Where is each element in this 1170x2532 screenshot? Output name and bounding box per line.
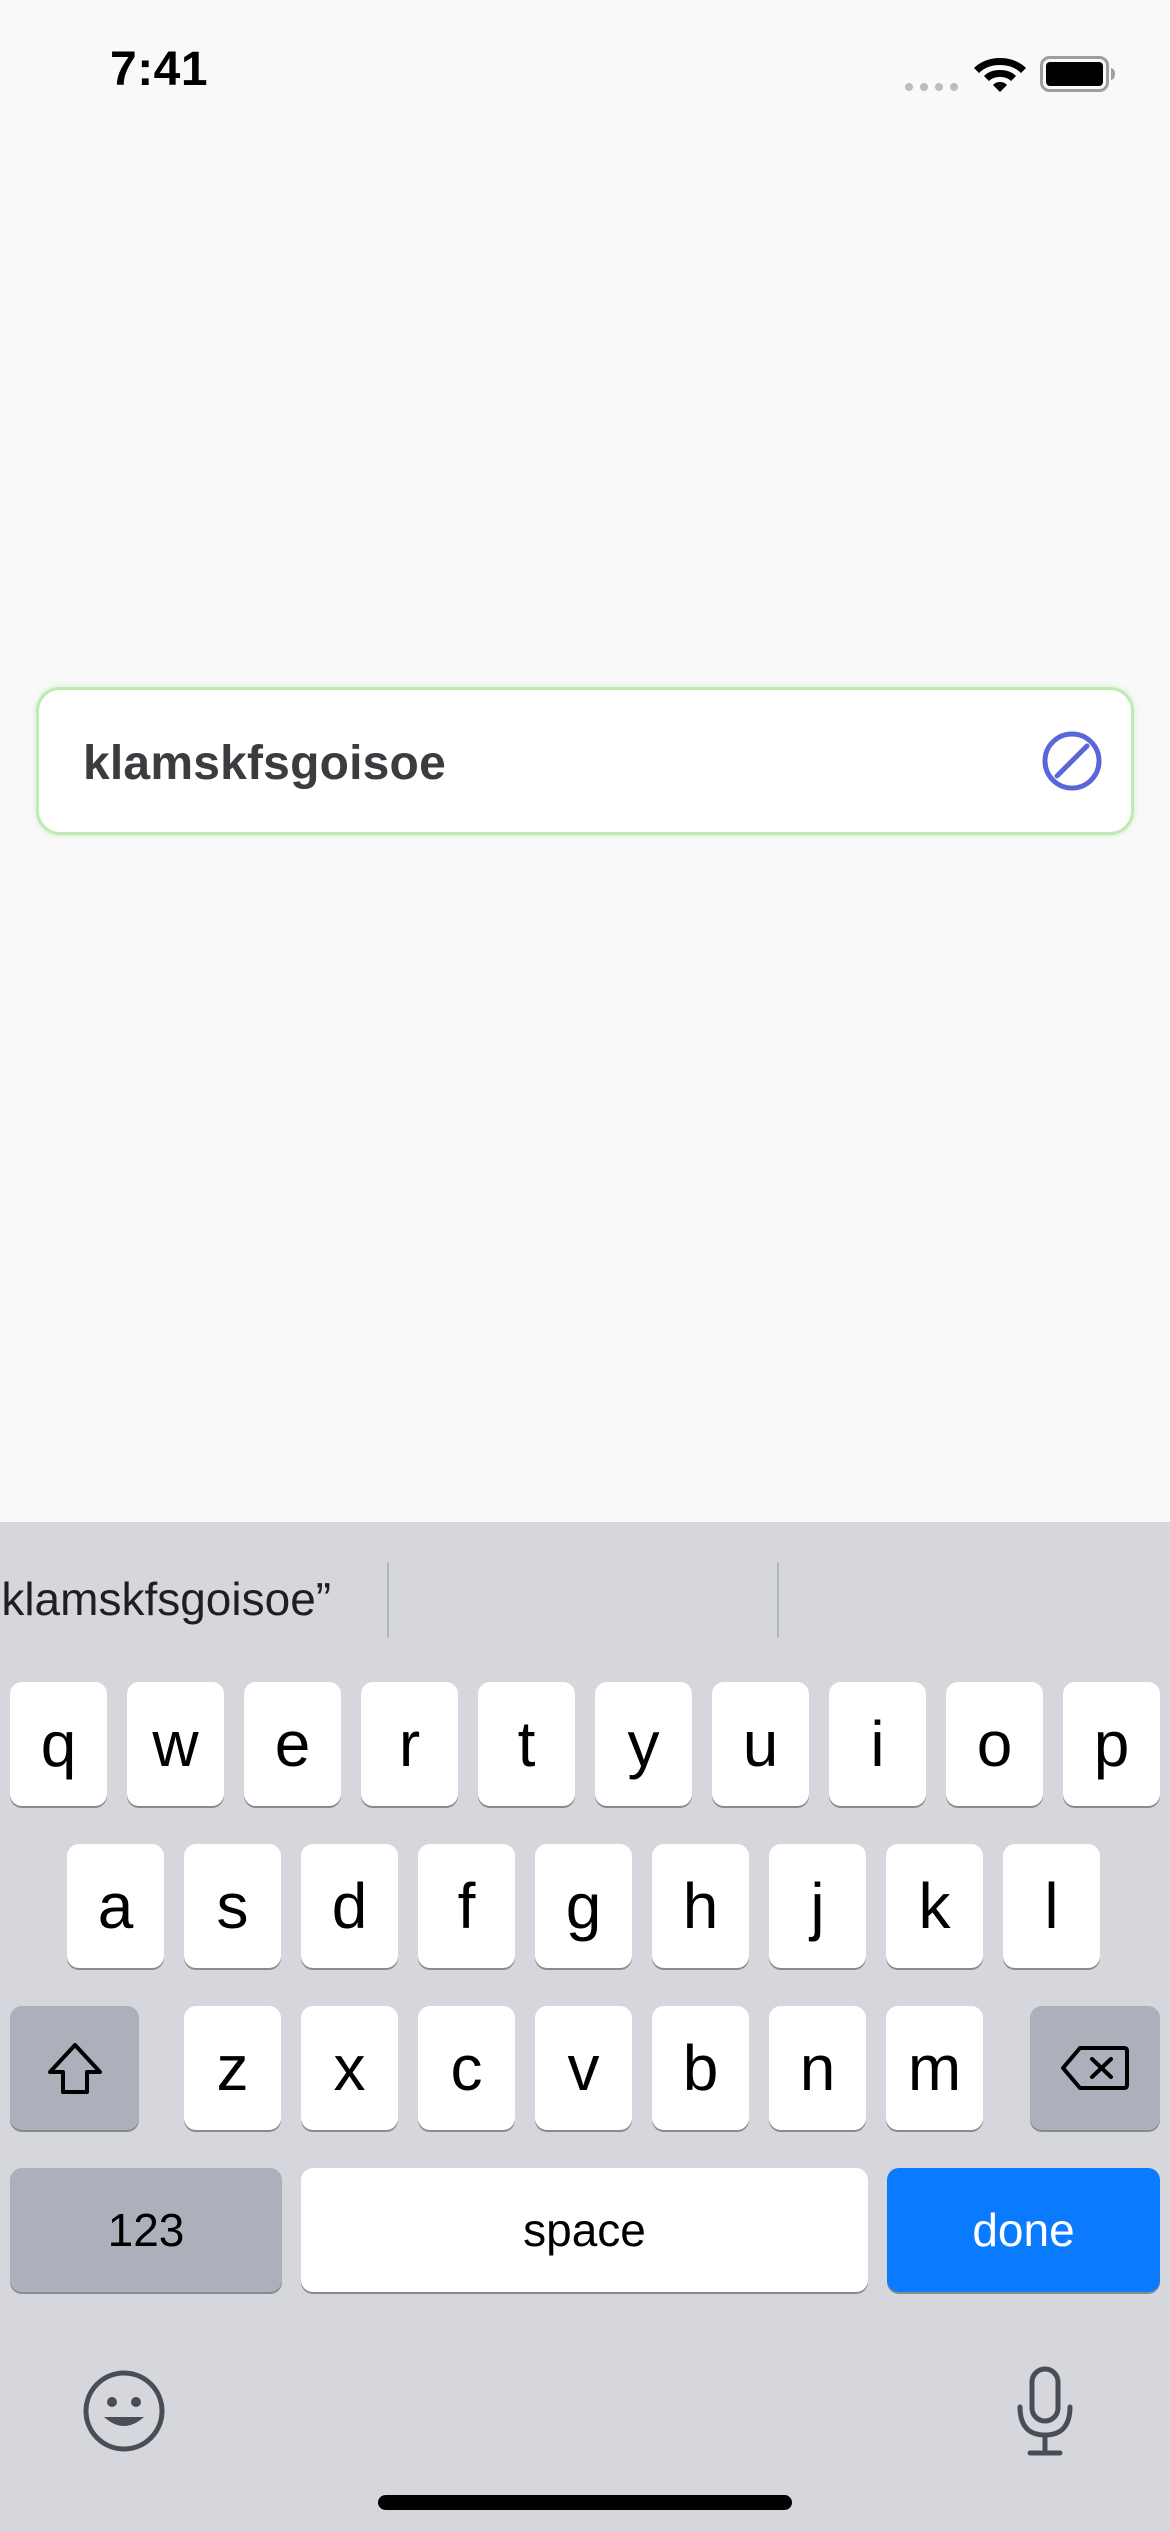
microphone-icon[interactable]: [1010, 2365, 1080, 2457]
predictive-suggestion-bar: “klamskfsgoisoe”: [0, 1522, 1170, 1677]
key-o[interactable]: o: [946, 1682, 1043, 1806]
status-time: 7:41: [110, 43, 209, 96]
key-y[interactable]: y: [595, 1682, 692, 1806]
space-key[interactable]: space: [301, 2168, 868, 2292]
home-indicator: [378, 2495, 792, 2510]
emoji-icon[interactable]: [82, 2369, 166, 2453]
cellular-signal-icon: [905, 81, 959, 93]
shift-key[interactable]: [10, 2006, 139, 2130]
wifi-icon: [974, 58, 1026, 92]
suggestion-divider: [387, 1562, 389, 1638]
key-x[interactable]: x: [301, 2006, 398, 2130]
battery-icon: [1040, 56, 1115, 92]
key-k[interactable]: k: [886, 1844, 983, 1968]
keyboard: “klamskfsgoisoe” q w e r t y u i o p a s…: [0, 1522, 1170, 2532]
key-r[interactable]: r: [361, 1682, 458, 1806]
delete-key[interactable]: [1030, 2006, 1160, 2130]
key-e[interactable]: e: [244, 1682, 341, 1806]
done-key[interactable]: done: [887, 2168, 1160, 2292]
key-j[interactable]: j: [769, 1844, 866, 1968]
key-i[interactable]: i: [829, 1682, 926, 1806]
key-c[interactable]: c: [418, 2006, 515, 2130]
key-b[interactable]: b: [652, 2006, 749, 2130]
key-h[interactable]: h: [652, 1844, 749, 1968]
key-n[interactable]: n: [769, 2006, 866, 2130]
key-u[interactable]: u: [712, 1682, 809, 1806]
suggestion-item[interactable]: “klamskfsgoisoe”: [0, 1572, 331, 1626]
status-bar: 7:41: [0, 0, 1170, 150]
key-v[interactable]: v: [535, 2006, 632, 2130]
text-input-field[interactable]: klamskfsgoisoe: [36, 687, 1134, 835]
key-l[interactable]: l: [1003, 1844, 1100, 1968]
key-q[interactable]: q: [10, 1682, 107, 1806]
key-w[interactable]: w: [127, 1682, 224, 1806]
input-value: klamskfsgoisoe: [83, 737, 446, 790]
suggestion-divider: [777, 1562, 779, 1638]
key-p[interactable]: p: [1063, 1682, 1160, 1806]
slash-circle-icon[interactable]: [1041, 730, 1103, 792]
key-f[interactable]: f: [418, 1844, 515, 1968]
key-s[interactable]: s: [184, 1844, 281, 1968]
key-z[interactable]: z: [184, 2006, 281, 2130]
shift-icon: [47, 2043, 102, 2094]
numbers-key[interactable]: 123: [10, 2168, 282, 2292]
key-g[interactable]: g: [535, 1844, 632, 1968]
key-a[interactable]: a: [67, 1844, 164, 1968]
key-m[interactable]: m: [886, 2006, 983, 2130]
key-t[interactable]: t: [478, 1682, 575, 1806]
key-d[interactable]: d: [301, 1844, 398, 1968]
delete-icon: [1061, 2046, 1129, 2090]
